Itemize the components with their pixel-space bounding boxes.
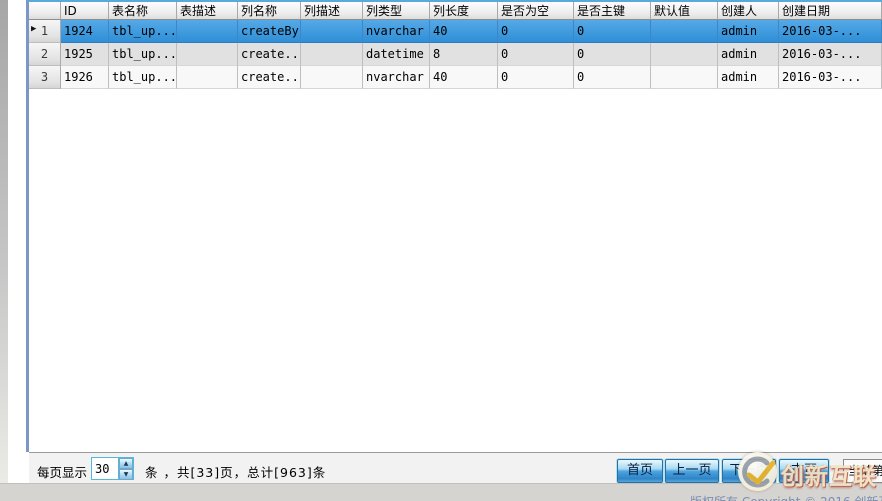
- row-number: 3: [40, 70, 49, 84]
- cell-column-length[interactable]: 8: [430, 43, 498, 66]
- cell-column-length[interactable]: 40: [430, 66, 498, 89]
- page-size-stepper[interactable]: ▲ ▼: [91, 457, 134, 480]
- row-header[interactable]: 2: [29, 43, 61, 66]
- watermark-brand-text: 创新互联: [781, 464, 877, 490]
- data-grid-area: ID 表名称 表描述 列名称 列描述 列类型 列长度 是否为空 是否主键 默认值…: [29, 2, 882, 452]
- cell-column-type[interactable]: nvarchar: [363, 20, 430, 43]
- cell-column-desc[interactable]: [301, 66, 363, 89]
- cell-creator[interactable]: admin: [718, 20, 779, 43]
- cell-default-value[interactable]: [651, 20, 718, 43]
- row-number: 2: [40, 47, 49, 61]
- data-grid: ID 表名称 表描述 列名称 列描述 列类型 列长度 是否为空 是否主键 默认值…: [29, 2, 882, 89]
- col-header-default-value[interactable]: 默认值: [651, 2, 718, 20]
- cell-create-date[interactable]: 2016-03-...: [779, 66, 882, 89]
- cell-create-date[interactable]: 2016-03-...: [779, 43, 882, 66]
- cell-table-name[interactable]: tbl_up...: [109, 66, 177, 89]
- col-header-column-type[interactable]: 列类型: [363, 2, 430, 20]
- cell-nullable[interactable]: 0: [498, 66, 574, 89]
- cell-column-desc[interactable]: [301, 43, 363, 66]
- table-row: 3 1926 tbl_up... create... nvarchar 40 0…: [29, 66, 882, 89]
- col-header-id[interactable]: ID: [61, 2, 109, 20]
- col-header-create-date[interactable]: 创建日期: [779, 2, 882, 20]
- pagination-summary: 条 ，共[33]页，总计[963]条: [145, 465, 327, 480]
- cell-id[interactable]: 1925: [61, 43, 109, 66]
- spinner-up-icon[interactable]: ▲: [119, 458, 133, 469]
- table-row: ▶ 1 1924 tbl_up... createBy nvarchar 40 0…: [29, 20, 882, 43]
- cell-default-value[interactable]: [651, 43, 718, 66]
- cell-primary-key[interactable]: 0: [574, 20, 651, 43]
- cell-table-desc[interactable]: [177, 20, 238, 43]
- first-page-button[interactable]: 首页: [617, 459, 663, 483]
- page-size-input[interactable]: [92, 458, 118, 479]
- cell-column-type[interactable]: nvarchar: [363, 66, 430, 89]
- cell-nullable[interactable]: 0: [498, 43, 574, 66]
- col-header-creator[interactable]: 创建人: [718, 2, 779, 20]
- cell-column-length[interactable]: 40: [430, 20, 498, 43]
- cell-column-type[interactable]: datetime: [363, 43, 430, 66]
- prev-page-button[interactable]: 上一页: [665, 459, 719, 483]
- watermark: 创新互联: [735, 450, 882, 498]
- cell-id[interactable]: 1924: [61, 20, 109, 43]
- col-header-primary-key[interactable]: 是否主键: [574, 2, 651, 20]
- grid-header-row: ID 表名称 表描述 列名称 列描述 列类型 列长度 是否为空 是否主键 默认值…: [29, 2, 882, 20]
- cell-table-desc[interactable]: [177, 66, 238, 89]
- row-header[interactable]: ▶ 1: [29, 20, 61, 43]
- cell-creator[interactable]: admin: [718, 43, 779, 66]
- col-header-table-name[interactable]: 表名称: [109, 2, 177, 20]
- table-row: 2 1925 tbl_up... create... datetime 8 0 …: [29, 43, 882, 66]
- col-header-nullable[interactable]: 是否为空: [498, 2, 574, 20]
- cell-table-name[interactable]: tbl_up...: [109, 20, 177, 43]
- spinner-down-icon[interactable]: ▼: [119, 469, 133, 480]
- cell-column-name[interactable]: create...: [238, 43, 301, 66]
- cell-primary-key[interactable]: 0: [574, 43, 651, 66]
- row-header[interactable]: 3: [29, 66, 61, 89]
- row-number: 1: [40, 24, 49, 38]
- col-header-column-desc[interactable]: 列描述: [301, 2, 363, 20]
- cell-table-name[interactable]: tbl_up...: [109, 43, 177, 66]
- app-window: { "grid": { "columns": ["ID", "表名称", "表描…: [0, 0, 882, 501]
- cell-nullable[interactable]: 0: [498, 20, 574, 43]
- cell-column-name[interactable]: create...: [238, 66, 301, 89]
- page-size-label: 每页显示: [37, 465, 88, 480]
- watermark-logo-icon: [738, 452, 777, 491]
- col-header-column-length[interactable]: 列长度: [430, 2, 498, 20]
- cell-default-value[interactable]: [651, 66, 718, 89]
- cell-column-desc[interactable]: [301, 20, 363, 43]
- col-header-column-name[interactable]: 列名称: [238, 2, 301, 20]
- cell-table-desc[interactable]: [177, 43, 238, 66]
- cell-column-name[interactable]: createBy: [238, 20, 301, 43]
- grid-corner-cell[interactable]: [29, 2, 61, 20]
- cell-primary-key[interactable]: 0: [574, 66, 651, 89]
- cell-creator[interactable]: admin: [718, 66, 779, 89]
- cell-create-date[interactable]: 2016-03-...: [779, 20, 882, 43]
- window-left-edge: [0, 0, 8, 483]
- col-header-table-desc[interactable]: 表描述: [177, 2, 238, 20]
- cell-id[interactable]: 1926: [61, 66, 109, 89]
- current-row-arrow-icon: ▶: [31, 24, 37, 34]
